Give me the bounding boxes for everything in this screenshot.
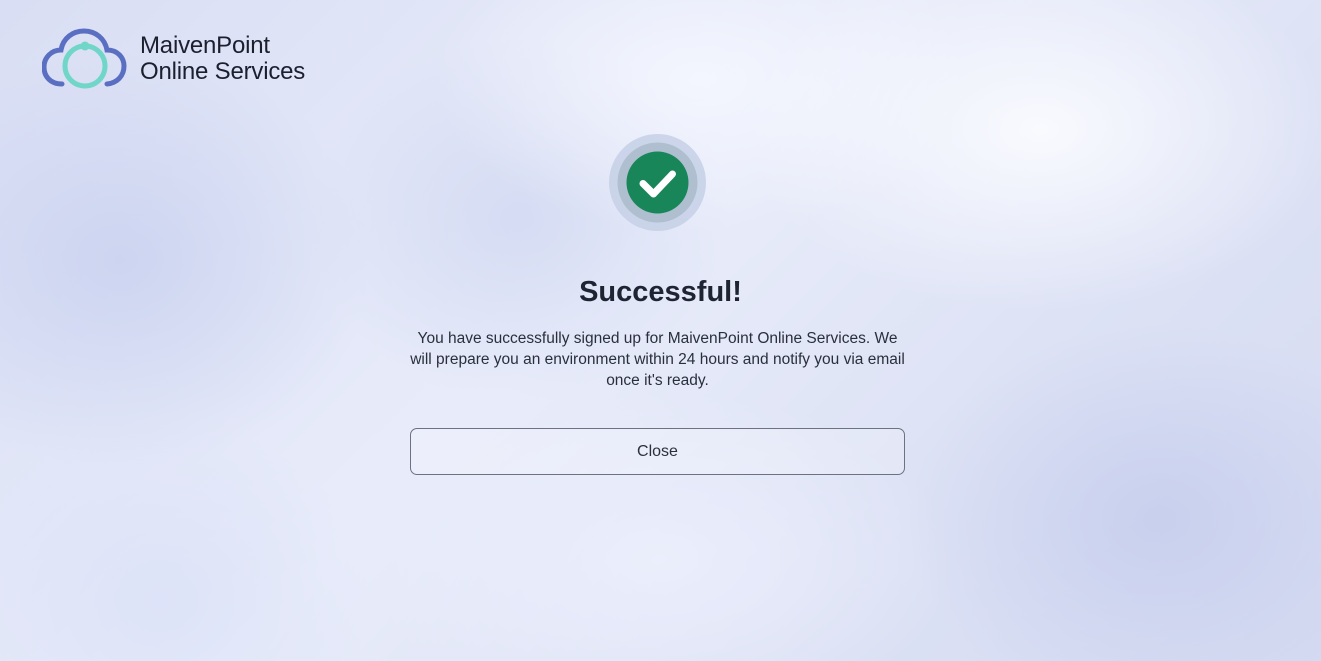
checkmark-circle-icon [609,134,706,231]
success-panel: Successful! You have successfully signed… [0,0,1321,661]
close-button[interactable]: Close [410,428,905,475]
success-message: You have successfully signed up for Maiv… [410,330,905,389]
page-title: Successful! [579,276,742,308]
